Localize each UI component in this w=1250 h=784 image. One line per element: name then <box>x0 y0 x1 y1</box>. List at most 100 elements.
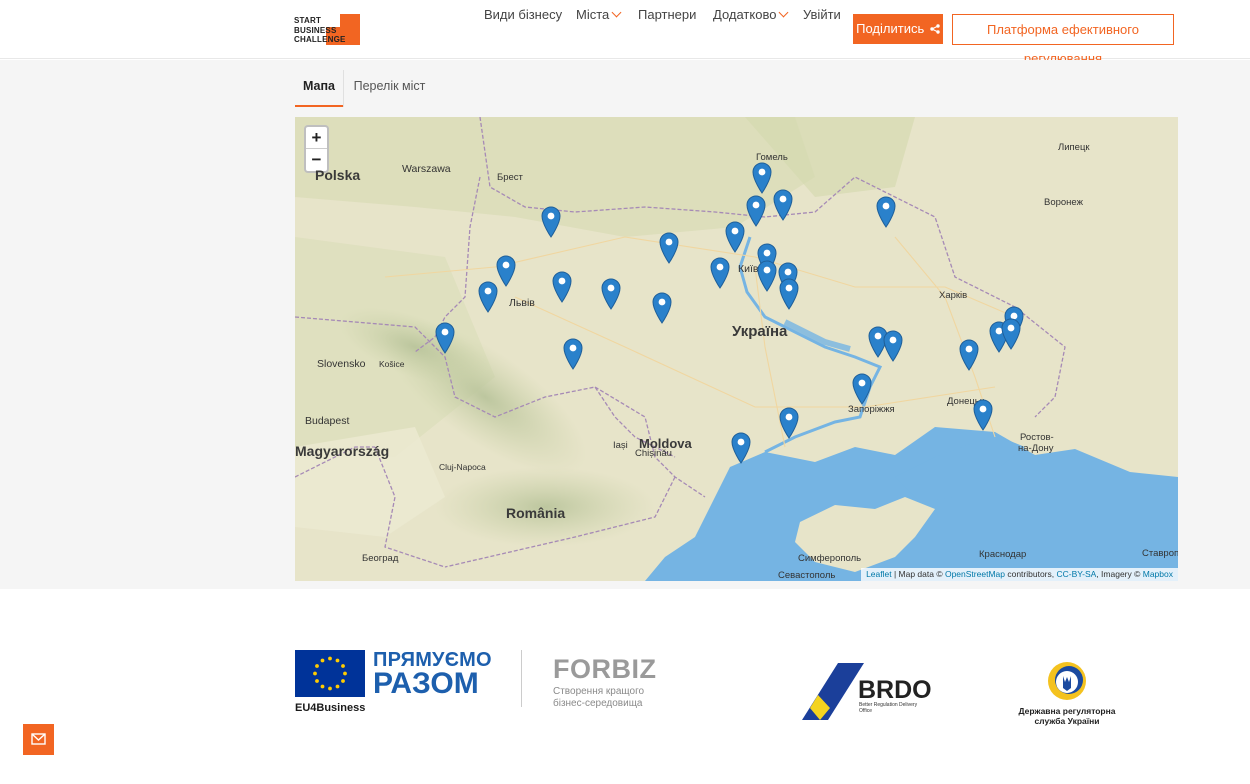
map-pin-icon[interactable] <box>779 278 799 310</box>
attribution-sep: | Map data © <box>891 569 945 579</box>
map-pin-icon[interactable] <box>773 189 793 221</box>
map-pin-icon[interactable] <box>883 330 903 362</box>
map-label-voronezh: Воронеж <box>1044 197 1083 208</box>
eu-star-icon <box>341 664 345 668</box>
logo-divider <box>521 650 522 707</box>
map-label-slovensko: Slovensko <box>317 358 366 370</box>
map-label-ukraina: Україна <box>732 323 788 340</box>
map-label-warszawa: Warszawa <box>402 163 451 175</box>
logo-text: START BUSINESS CHALLENGE <box>294 16 346 45</box>
map-pin-icon[interactable] <box>659 232 679 264</box>
state-regulatory-service-label: Державна регуляторна служба України <box>1018 706 1116 726</box>
map-label-kyiv: Київ <box>738 263 759 275</box>
eu-star-icon <box>343 671 347 676</box>
eu-star-icon <box>320 658 325 663</box>
eu-star-icon <box>335 658 340 663</box>
forbiz-subtitle: Створення кращого бізнес-середовища <box>553 686 645 709</box>
map-pin-icon[interactable] <box>563 338 583 370</box>
map-label-chisinau: Chișinău <box>635 448 672 459</box>
state-regulatory-service-emblem-icon <box>1048 662 1086 700</box>
map-label-rostov-2: на-Дону <box>1018 443 1054 454</box>
eu-star-icon <box>313 671 317 676</box>
zoom-control: + − <box>304 125 329 173</box>
map-pin-icon[interactable] <box>731 432 751 464</box>
site-header: START BUSINESS CHALLENGE Види бізнесу Мі… <box>0 0 1250 66</box>
mapbox-link[interactable]: Mapbox <box>1143 569 1173 579</box>
nav-partners[interactable]: Партнери <box>638 0 696 30</box>
tab-city-list[interactable]: Перелік міст <box>343 70 435 107</box>
share-icon <box>930 24 940 34</box>
eu-star-icon <box>341 679 345 683</box>
map-pin-icon[interactable] <box>779 407 799 439</box>
map-label-kharkiv: Харків <box>939 290 968 301</box>
forbiz-logo: FORBIZ <box>553 654 657 684</box>
map-label-krasnodar: Краснодар <box>979 549 1027 560</box>
map-pin-icon[interactable] <box>725 221 745 253</box>
map-pin-icon[interactable] <box>876 196 896 228</box>
map-pin-icon[interactable] <box>710 257 730 289</box>
map-label-kosice: Košice <box>379 359 405 369</box>
logo-line-3: CHALLENGE <box>294 35 346 44</box>
map-label-polska: Polska <box>315 167 361 183</box>
envelope-icon <box>31 733 46 745</box>
nav-business-types[interactable]: Види бізнесу <box>484 0 562 30</box>
map-label-lviv: Львів <box>509 297 535 309</box>
zoom-in-button[interactable]: + <box>306 127 327 149</box>
map-pin-icon[interactable] <box>435 322 455 354</box>
eu-star-icon <box>328 686 332 691</box>
map-attribution: Leaflet | Map data © OpenStreetMap contr… <box>861 568 1178 581</box>
share-button[interactable]: Поділитись <box>853 14 943 44</box>
map-pin-icon[interactable] <box>852 373 872 405</box>
osm-link[interactable]: OpenStreetMap <box>945 569 1005 579</box>
map-pin-icon[interactable] <box>752 162 772 194</box>
cc-by-sa-link[interactable]: CC-BY-SA <box>1056 569 1096 579</box>
tab-map[interactable]: Мапа <box>295 70 343 107</box>
map-label-budapest: Budapest <box>305 415 350 427</box>
eu-stars-icon <box>313 656 347 691</box>
map-pin-icon[interactable] <box>478 281 498 313</box>
share-label: Поділитись <box>856 21 925 36</box>
map-pin-icon[interactable] <box>541 206 561 238</box>
map-label-iasi: Iași <box>613 440 628 451</box>
map-view[interactable]: + − Polska Warszawa Брест Гомель Липецк … <box>295 117 1178 581</box>
map-label-cluj: Cluj-Napoca <box>439 462 486 472</box>
eu-star-icon <box>328 656 332 661</box>
start-business-challenge-logo[interactable]: START BUSINESS CHALLENGE <box>294 14 362 46</box>
map-pin-icon[interactable] <box>652 292 672 324</box>
map-pin-icon[interactable] <box>601 278 621 310</box>
map-label-stavropol: Ставроп <box>1142 548 1178 559</box>
map-tiles <box>295 117 1178 581</box>
nav-cities[interactable]: Міста <box>576 0 622 30</box>
map-label-lipetsk: Липецк <box>1058 142 1090 153</box>
map-label-rostov-1: Ростов- <box>1020 432 1054 443</box>
map-pin-icon[interactable] <box>552 271 572 303</box>
map-pin-icon[interactable] <box>757 260 777 292</box>
map-label-romania: România <box>506 505 566 521</box>
eu-star-icon <box>335 684 340 689</box>
nav-label: Види бізнесу <box>484 7 563 22</box>
eu4business-label: EU4Business <box>295 702 366 714</box>
attribution-contrib: contributors, <box>1004 569 1057 579</box>
nav-label: Міста <box>576 7 610 22</box>
eu-slogan-line-2: РАЗОМ <box>373 667 479 700</box>
map-pin-icon[interactable] <box>496 255 516 287</box>
leaflet-link[interactable]: Leaflet <box>866 569 892 579</box>
nav-label: Увійти <box>803 7 841 22</box>
platform-button[interactable]: Платформа ефективного регулювання <box>952 14 1174 66</box>
nav-additional[interactable]: Додатково <box>713 0 789 30</box>
nav-label: Партнери <box>638 7 697 22</box>
map-pin-icon[interactable] <box>746 195 766 227</box>
chevron-down-icon <box>778 7 789 18</box>
map-pin-icon[interactable] <box>973 399 993 431</box>
brdo-subtitle: Better Regulation Delivery Office <box>859 702 918 714</box>
eu-star-icon <box>315 664 319 668</box>
map-pin-icon[interactable] <box>1001 318 1021 350</box>
attribution-imagery: , Imagery © <box>1096 569 1143 579</box>
contact-mail-button[interactable] <box>23 724 54 755</box>
map-label-beograd: Београд <box>362 553 399 564</box>
map-pin-icon[interactable] <box>959 339 979 371</box>
eu-star-icon <box>315 679 319 683</box>
eu-flag-logo <box>295 650 365 697</box>
nav-login[interactable]: Увійти <box>803 0 841 30</box>
brdo-wordmark: BRDO <box>858 676 932 704</box>
